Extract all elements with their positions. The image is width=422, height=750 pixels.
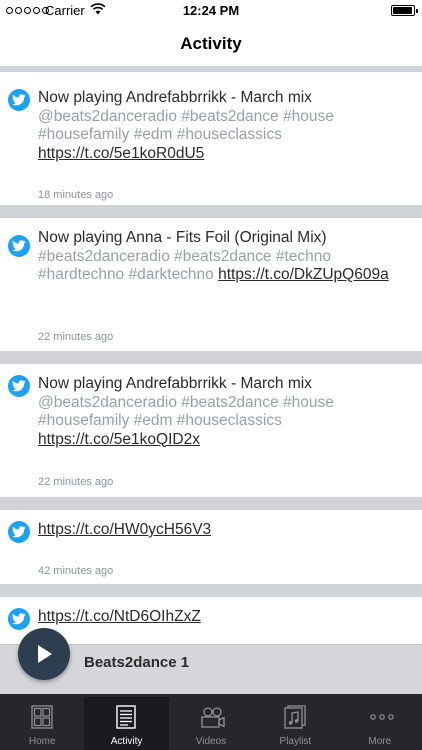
tab-videos[interactable]: Videos xyxy=(169,697,253,750)
page-title: Activity xyxy=(180,34,242,53)
tweet-title: Now playing Andrefabbrrikk - March mix xyxy=(38,89,312,106)
twitter-bird-icon xyxy=(8,608,30,630)
tweet-card[interactable]: Now playing Andrefabbrrikk - March mix @… xyxy=(0,72,422,205)
tweet-hashtags[interactable]: @beats2danceradio #beats2dance #house #h… xyxy=(38,108,334,144)
tweet-text: https://t.co/NtD6OIhZxZ xyxy=(38,608,398,627)
activity-list-icon xyxy=(115,705,137,729)
nav-bar: Activity xyxy=(0,22,422,66)
videos-tape-icon xyxy=(200,705,225,729)
twitter-bird-icon xyxy=(8,375,30,397)
tab-label: Videos xyxy=(195,736,227,747)
play-icon xyxy=(38,645,52,663)
tab-bar: Home Activity Videos Playlist More xyxy=(0,697,422,750)
tweet-title: Now playing Anna - Fits Foil (Original M… xyxy=(38,229,327,246)
status-bar: Carrier 12:24 PM xyxy=(0,0,422,22)
tab-label: Home xyxy=(28,736,56,747)
twitter-bird-icon xyxy=(8,235,30,257)
tweet-hashtags[interactable]: @beats2danceradio #beats2dance #house #h… xyxy=(38,394,334,430)
tweet-card[interactable]: Now playing Andrefabbrrikk - March mix @… xyxy=(0,364,422,497)
tab-label: Playlist xyxy=(279,736,312,747)
tweet-text: https://t.co/HW0ycH56V3 xyxy=(38,521,398,540)
player-station-title[interactable]: Beats2dance 1 xyxy=(84,654,189,671)
tweet-timestamp: 22 minutes ago xyxy=(38,331,114,343)
home-grid-icon xyxy=(31,705,53,729)
tweet-text: Now playing Anna - Fits Foil (Original M… xyxy=(38,229,398,285)
tab-activity[interactable]: Activity xyxy=(84,697,169,750)
tweet-timestamp: 18 minutes ago xyxy=(38,189,114,201)
tweet-link[interactable]: https://t.co/5e1koQID2x xyxy=(38,431,200,448)
more-dots-icon xyxy=(369,705,394,729)
clock: 12:24 PM xyxy=(182,3,240,18)
tweet-link[interactable]: https://t.co/NtD6OIhZxZ xyxy=(38,608,201,625)
tweet-text: Now playing Andrefabbrrikk - March mix @… xyxy=(38,89,398,163)
twitter-bird-icon xyxy=(8,521,30,543)
tweet-title: Now playing Andrefabbrrikk - March mix xyxy=(38,375,312,392)
tweet-link[interactable]: https://t.co/HW0ycH56V3 xyxy=(38,521,211,538)
tweet-text: Now playing Andrefabbrrikk - March mix @… xyxy=(38,375,398,449)
tweet-link[interactable]: https://t.co/DkZUpQ609a xyxy=(218,266,389,283)
tab-playlist[interactable]: Playlist xyxy=(253,697,337,750)
tab-home[interactable]: Home xyxy=(0,697,84,750)
play-button[interactable] xyxy=(18,628,70,680)
twitter-bird-icon xyxy=(8,89,30,111)
tab-label: Activity xyxy=(110,736,143,747)
tab-label: More xyxy=(368,736,392,747)
playlist-music-icon xyxy=(284,705,306,729)
tweet-timestamp: 42 minutes ago xyxy=(38,565,114,577)
activity-feed[interactable]: Now playing Andrefabbrrikk - March mix @… xyxy=(0,66,422,697)
tweet-link[interactable]: https://t.co/5e1koR0dU5 xyxy=(38,145,204,162)
tab-more[interactable]: More xyxy=(338,697,422,750)
tweet-card[interactable]: https://t.co/HW0ycH56V3 42 minutes ago xyxy=(0,510,422,584)
tweet-timestamp: 22 minutes ago xyxy=(38,476,114,488)
battery-icon xyxy=(391,5,418,16)
tweet-card[interactable]: Now playing Anna - Fits Foil (Original M… xyxy=(0,218,422,351)
